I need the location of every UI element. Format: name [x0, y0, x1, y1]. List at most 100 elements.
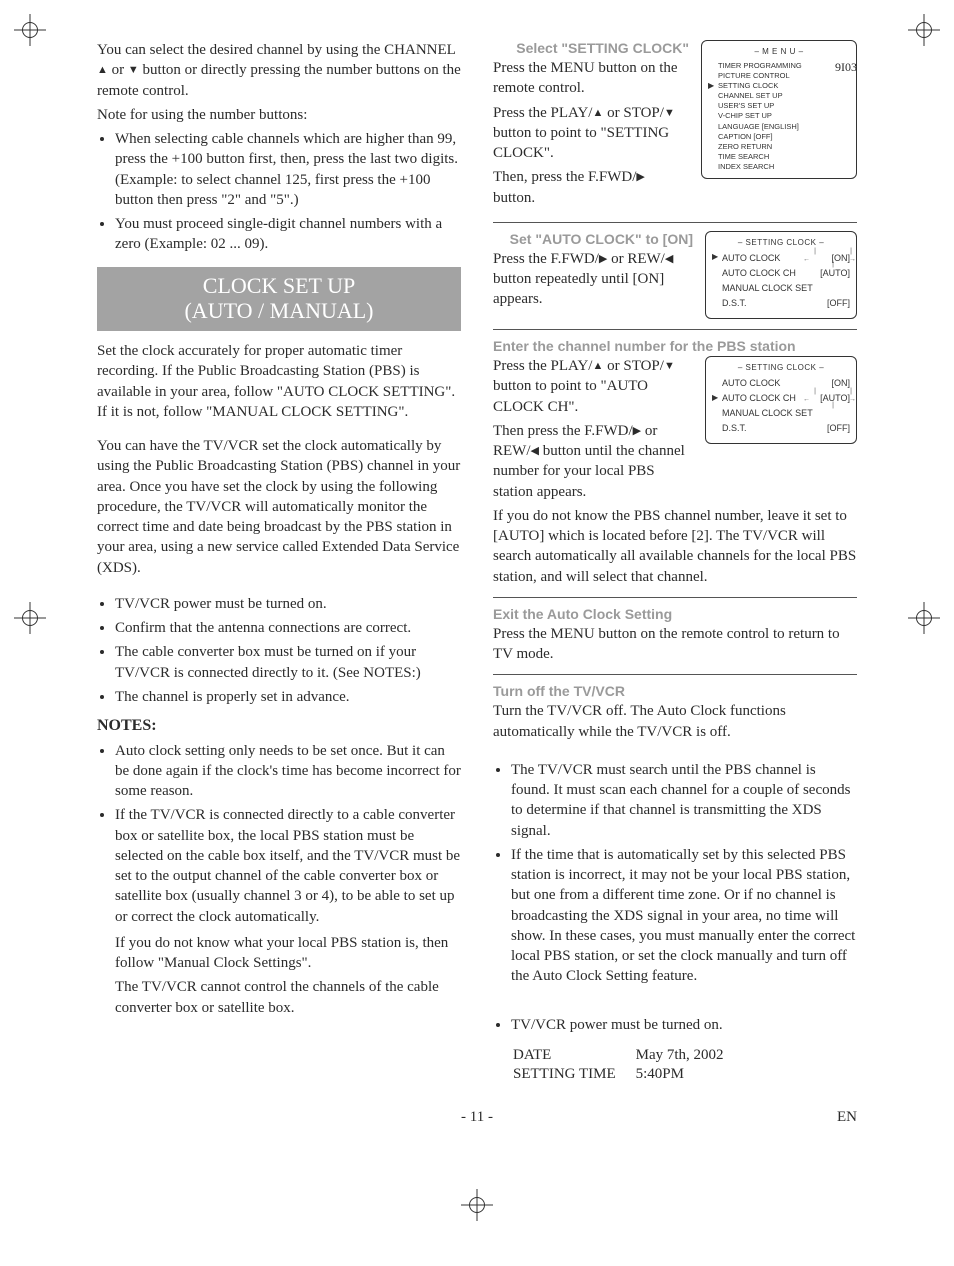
- osd-menu-item: TIME SEARCH: [708, 152, 850, 162]
- step-select-setting-clock: Select "SETTING CLOCK" Press the MENU bu…: [493, 40, 857, 212]
- example-time-value: 5:40PM: [636, 1066, 742, 1083]
- list-item: The TV/VCR must search until the PBS cha…: [511, 760, 857, 841]
- registration-mark-icon: [461, 1189, 493, 1221]
- notes-tail: The TV/VCR cannot control the channels o…: [115, 977, 461, 1018]
- osd-setting-row: AUTO CLOCK[ON]: [712, 377, 850, 389]
- triangle-up-icon: ▲: [592, 108, 603, 119]
- step-title: Set "AUTO CLOCK" to [ON]: [493, 231, 693, 247]
- step-body: Press the PLAY/▲ or STOP/▼ button to poi…: [493, 103, 689, 164]
- triangle-left-icon: ◀: [531, 446, 539, 457]
- osd-setting-row: D.S.T.[OFF]: [712, 422, 850, 434]
- triangle-down-icon: ▼: [128, 65, 139, 76]
- channel-intro: You can select the desired channel by us…: [97, 40, 461, 101]
- section-title: CLOCK SET UP (AUTO / MANUAL): [97, 267, 461, 332]
- page-number: - 11 -: [461, 1109, 493, 1125]
- osd-setting-clock-panel: – SETTING CLOCK – ▶AUTO CLOCK[ON]|||←→ AU…: [705, 231, 857, 319]
- step-exit-auto-clock: Exit the Auto Clock Setting Press the ME…: [493, 606, 857, 665]
- triangle-right-icon: ▶: [712, 393, 718, 404]
- registration-mark-icon: [908, 14, 940, 46]
- step-body: Press the PLAY/▲ or STOP/▼ button to poi…: [493, 356, 693, 417]
- osd-setting-row: MANUAL CLOCK SET: [712, 282, 850, 294]
- example-date-label: DATE: [513, 1047, 634, 1064]
- step-title: Exit the Auto Clock Setting: [493, 606, 857, 622]
- list-item: If the time that is automatically set by…: [511, 845, 857, 987]
- list-item: Auto clock setting only needs to be set …: [115, 741, 461, 802]
- step-body: Press the MENU button on the remote cont…: [493, 58, 689, 99]
- language-code: EN: [837, 1109, 857, 1126]
- doc-code: 9I03: [835, 60, 857, 75]
- osd-menu-item: USER'S SET UP: [708, 101, 850, 111]
- manual-prereq: TV/VCR power must be turned on.: [493, 1015, 857, 1035]
- notes-label: NOTES:: [97, 715, 461, 737]
- list-item: You must proceed single-digit channel nu…: [115, 214, 461, 255]
- right-column: Select "SETTING CLOCK" Press the MENU bu…: [493, 40, 857, 1085]
- step-body: Press the MENU button on the remote cont…: [493, 624, 857, 665]
- triangle-right-icon: ▶: [636, 172, 644, 183]
- notes-tail: If you do not know what your local PBS s…: [115, 933, 461, 974]
- document-page: You can select the desired channel by us…: [97, 40, 857, 1126]
- step-divider: [493, 329, 857, 330]
- step-title: Enter the channel number for the PBS sta…: [493, 338, 857, 354]
- list-item: If the TV/VCR is connected directly to a…: [115, 805, 461, 927]
- step-set-auto-clock-on: Set "AUTO CLOCK" to [ON] Press the F.FWD…: [493, 231, 857, 319]
- registration-mark-icon: [908, 602, 940, 634]
- left-column: You can select the desired channel by us…: [97, 40, 461, 1085]
- step-body: Then press the F.FWD/▶ or REW/◀ button u…: [493, 421, 693, 502]
- step-title: Turn off the TV/VCR: [493, 683, 857, 699]
- step-divider: [493, 674, 857, 675]
- osd-menu-item: ▶SETTING CLOCK: [708, 81, 850, 91]
- step-body: If you do not know the PBS channel numbe…: [493, 506, 857, 587]
- osd-setting-row: ▶AUTO CLOCK[ON]|||←→: [712, 252, 850, 264]
- example-values: DATE May 7th, 2002 SETTING TIME 5:40PM: [511, 1045, 744, 1085]
- auto-clock-prereq-list: TV/VCR power must be turned on. Confirm t…: [97, 594, 461, 707]
- osd-menu-item: INDEX SEARCH: [708, 162, 850, 172]
- osd-setting-row: D.S.T.[OFF]: [712, 297, 850, 309]
- osd-menu-item: V-CHIP SET UP: [708, 111, 850, 121]
- clock-intro: Set the clock accurately for proper auto…: [97, 341, 461, 422]
- triangle-up-icon: ▲: [592, 361, 603, 372]
- list-item: Confirm that the antenna connections are…: [115, 618, 461, 638]
- triangle-up-icon: ▲: [97, 65, 108, 76]
- step-body: Turn the TV/VCR off. The Auto Clock func…: [493, 701, 857, 742]
- triangle-left-icon: ◀: [665, 254, 673, 265]
- registration-mark-icon: [14, 14, 46, 46]
- osd-setting-row: AUTO CLOCK CH[AUTO]: [712, 267, 850, 279]
- step-body: Press the F.FWD/▶ or REW/◀ button repeat…: [493, 249, 693, 310]
- channel-note-list: When selecting cable channels which are …: [97, 129, 461, 255]
- triangle-right-icon: ▶: [708, 81, 714, 92]
- list-item: TV/VCR power must be turned on.: [511, 1015, 857, 1035]
- triangle-right-icon: ▶: [712, 252, 718, 263]
- step-turn-off-tvvcr: Turn off the TV/VCR Turn the TV/VCR off.…: [493, 683, 857, 742]
- list-item: The channel is properly set in advance.: [115, 687, 461, 707]
- registration-mark-icon: [14, 602, 46, 634]
- list-item: The cable converter box must be turned o…: [115, 642, 461, 683]
- osd-setting-clock-panel: – SETTING CLOCK – AUTO CLOCK[ON] ▶AUTO CL…: [705, 356, 857, 444]
- osd-menu-item: LANGUAGE [ENGLISH]: [708, 122, 850, 132]
- example-date-value: May 7th, 2002: [636, 1047, 742, 1064]
- triangle-right-icon: ▶: [633, 426, 641, 437]
- osd-menu-item: PICTURE CONTROL: [708, 71, 850, 81]
- triangle-down-icon: ▼: [664, 108, 675, 119]
- osd-title: – SETTING CLOCK –: [712, 363, 850, 374]
- step-divider: [493, 222, 857, 223]
- channel-note-intro: Note for using the number buttons:: [97, 105, 461, 125]
- notes-list: Auto clock setting only needs to be set …: [97, 741, 461, 927]
- list-item: TV/VCR power must be turned on.: [115, 594, 461, 614]
- step-divider: [493, 597, 857, 598]
- triangle-down-icon: ▼: [664, 361, 675, 372]
- step-enter-pbs-channel: Enter the channel number for the PBS sta…: [493, 338, 857, 587]
- step-title: Select "SETTING CLOCK": [493, 40, 689, 56]
- list-item: When selecting cable channels which are …: [115, 129, 461, 210]
- osd-setting-row: MANUAL CLOCK SET: [712, 407, 850, 419]
- post-steps-notes: The TV/VCR must search until the PBS cha…: [493, 760, 857, 987]
- osd-setting-row: ▶AUTO CLOCK CH[AUTO]|||←→: [712, 392, 850, 404]
- osd-menu-item: CAPTION [OFF]: [708, 132, 850, 142]
- step-body: Then, press the F.FWD/▶ button.: [493, 167, 689, 208]
- osd-menu-panel: – M E N U – TIMER PROGRAMMINGPICTURE CON…: [701, 40, 857, 179]
- triangle-right-icon: ▶: [599, 254, 607, 265]
- osd-menu-item: TIMER PROGRAMMING: [708, 61, 850, 71]
- osd-title: – M E N U –: [708, 47, 850, 58]
- page-footer: - 11 - EN 9I03: [97, 1109, 857, 1126]
- osd-title: – SETTING CLOCK –: [712, 238, 850, 249]
- example-time-label: SETTING TIME: [513, 1066, 634, 1083]
